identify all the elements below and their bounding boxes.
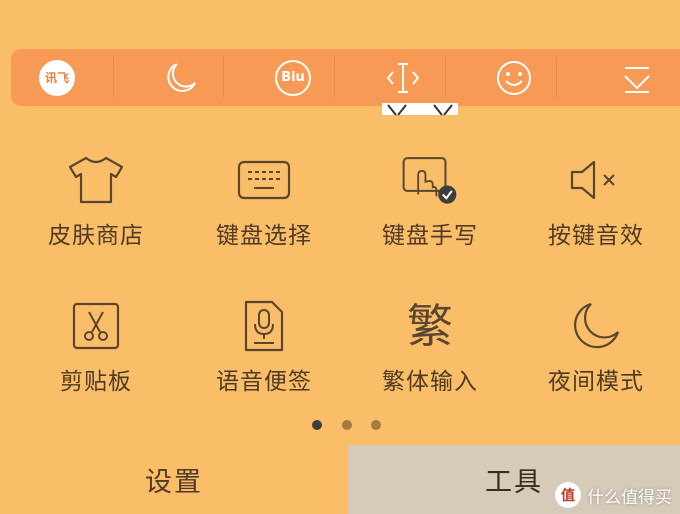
cursor-move-icon: [386, 62, 420, 93]
grid-item-key-sound[interactable]: 按键音效: [521, 150, 671, 270]
sound-mute-icon: [566, 150, 626, 210]
tshirt-icon: [66, 150, 126, 210]
watermark-logo-icon: 值: [555, 482, 581, 508]
toolbar-divider: [445, 57, 446, 98]
grid-item-label: 键盘手写: [382, 223, 478, 249]
collapse-keyboard-button[interactable]: [597, 49, 677, 106]
biu-icon: Biu: [275, 59, 311, 96]
grid-item-keyboard-select[interactable]: 键盘选择: [189, 150, 339, 270]
page-dot[interactable]: [342, 420, 352, 430]
cursor-move-button[interactable]: [363, 49, 443, 106]
voice-note-icon: [234, 296, 294, 356]
grid-item-label: 皮肤商店: [48, 223, 144, 249]
grid-item-clipboard[interactable]: 剪贴板: [21, 296, 171, 416]
moon-icon: [566, 296, 626, 356]
watermark: 值 什么值得买: [555, 482, 672, 508]
biu-text: Biu: [281, 70, 305, 85]
smiley-icon: [497, 60, 531, 95]
grid-item-label: 剪贴板: [60, 369, 132, 395]
grid-item-night-mode[interactable]: 夜间模式: [521, 296, 671, 416]
iflytek-logo-text: 讯飞: [44, 71, 69, 85]
toolbar-divider: [334, 57, 335, 98]
moon-icon: [167, 62, 196, 92]
page-dot[interactable]: [371, 420, 381, 430]
grid-item-label: 按键音效: [548, 223, 644, 249]
grid-item-voice-note[interactable]: 语音便签: [189, 296, 339, 416]
grid-item-skin-store[interactable]: 皮肤商店: [21, 150, 171, 270]
collapse-down-icon: [624, 66, 650, 93]
biu-button[interactable]: Biu: [253, 49, 333, 106]
grid-item-label: 夜间模式: [548, 369, 644, 395]
scissors-icon: [66, 296, 126, 356]
grid-item-traditional-input[interactable]: 繁 繁体输入: [355, 296, 505, 416]
grid-item-label: 语音便签: [216, 369, 312, 395]
handwriting-icon: [400, 150, 460, 210]
tab-settings[interactable]: 设置: [0, 445, 348, 514]
page-indicator: [0, 418, 680, 432]
page-dot-active[interactable]: [312, 420, 322, 430]
tab-settings-label: 设置: [145, 467, 203, 498]
grid-item-handwriting[interactable]: 键盘手写: [355, 150, 505, 270]
top-toolbar: 讯飞 Biu: [11, 49, 680, 106]
emoji-button[interactable]: [474, 49, 554, 106]
toolbar-divider: [556, 57, 557, 98]
iflytek-logo-icon: 讯飞: [39, 59, 75, 96]
night-mode-button[interactable]: [141, 49, 221, 106]
traditional-chinese-icon: 繁: [400, 296, 460, 356]
peek-decoration: [382, 103, 458, 116]
iflytek-logo-button[interactable]: 讯飞: [17, 49, 97, 106]
tab-tools-label: 工具: [485, 467, 543, 498]
toolbar-divider: [223, 57, 224, 98]
toolbar-divider: [113, 57, 114, 98]
grid-item-label: 键盘选择: [216, 223, 312, 249]
traditional-glyph: 繁: [407, 299, 453, 353]
keyboard-icon: [234, 150, 294, 210]
watermark-text: 什么值得买: [587, 487, 672, 508]
grid-item-label: 繁体输入: [382, 369, 478, 395]
watermark-logo-text: 值: [561, 488, 575, 504]
